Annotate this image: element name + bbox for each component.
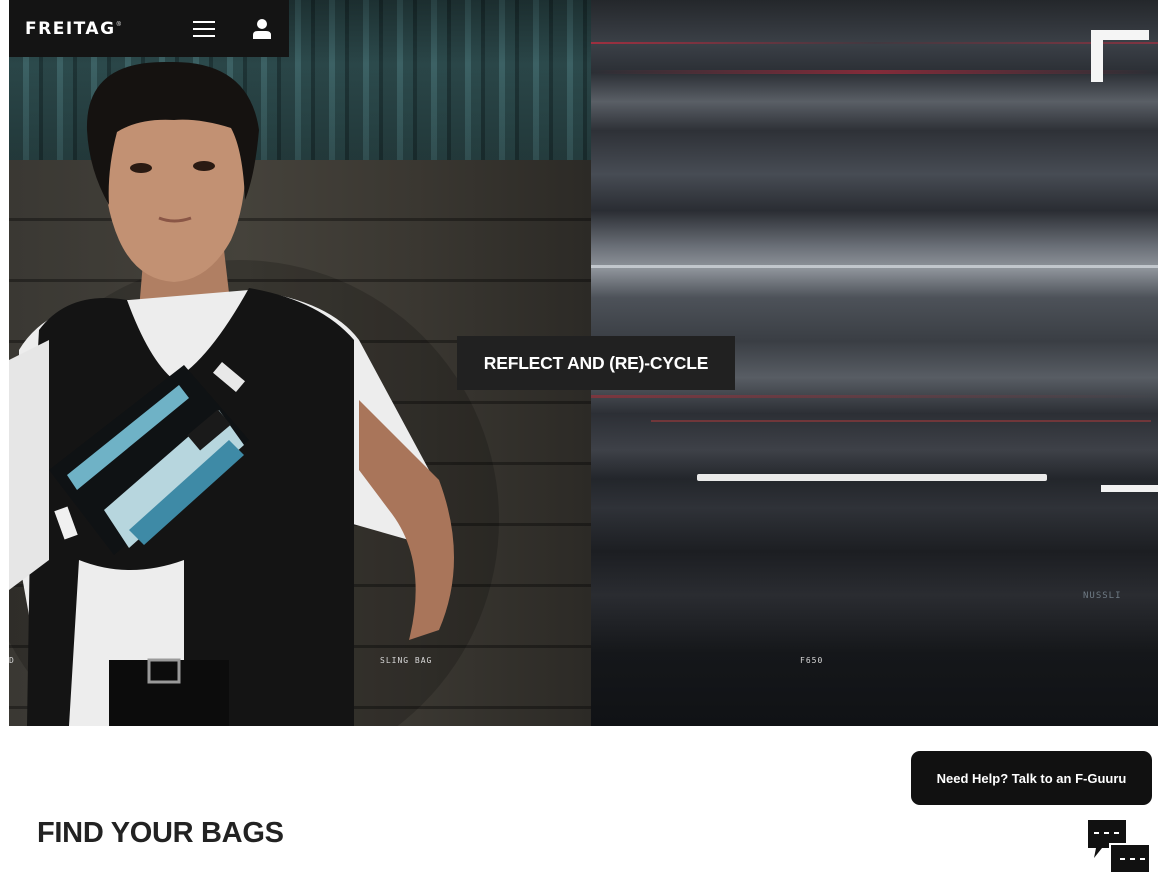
hero-caption-2: SLING BAG	[380, 656, 433, 665]
truck-sign: NUSSLI	[1083, 591, 1122, 601]
section-title: FIND YOUR BAGS	[37, 817, 284, 849]
registered-mark: ®	[116, 21, 121, 28]
menu-button[interactable]	[187, 14, 221, 44]
user-icon	[253, 19, 271, 39]
account-button[interactable]	[245, 14, 279, 44]
chat-launcher-button[interactable]	[1088, 818, 1151, 873]
hero-caption-1: D	[9, 656, 15, 665]
campaign-link[interactable]: REFLECT AND (RE)-CYCLE	[457, 336, 735, 390]
chat-bubbles-icon	[1088, 820, 1151, 873]
help-chat-prompt[interactable]: Need Help? Talk to an F-Guuru	[911, 751, 1152, 805]
top-navigation: FREITAG ®	[9, 0, 289, 57]
hero-caption-3: F650	[800, 656, 824, 665]
hamburger-menu-icon	[193, 21, 215, 37]
light-streak	[697, 474, 1047, 481]
freitag-logo[interactable]: FREITAG ®	[9, 0, 179, 57]
logo-text: FREITAG	[25, 18, 116, 39]
